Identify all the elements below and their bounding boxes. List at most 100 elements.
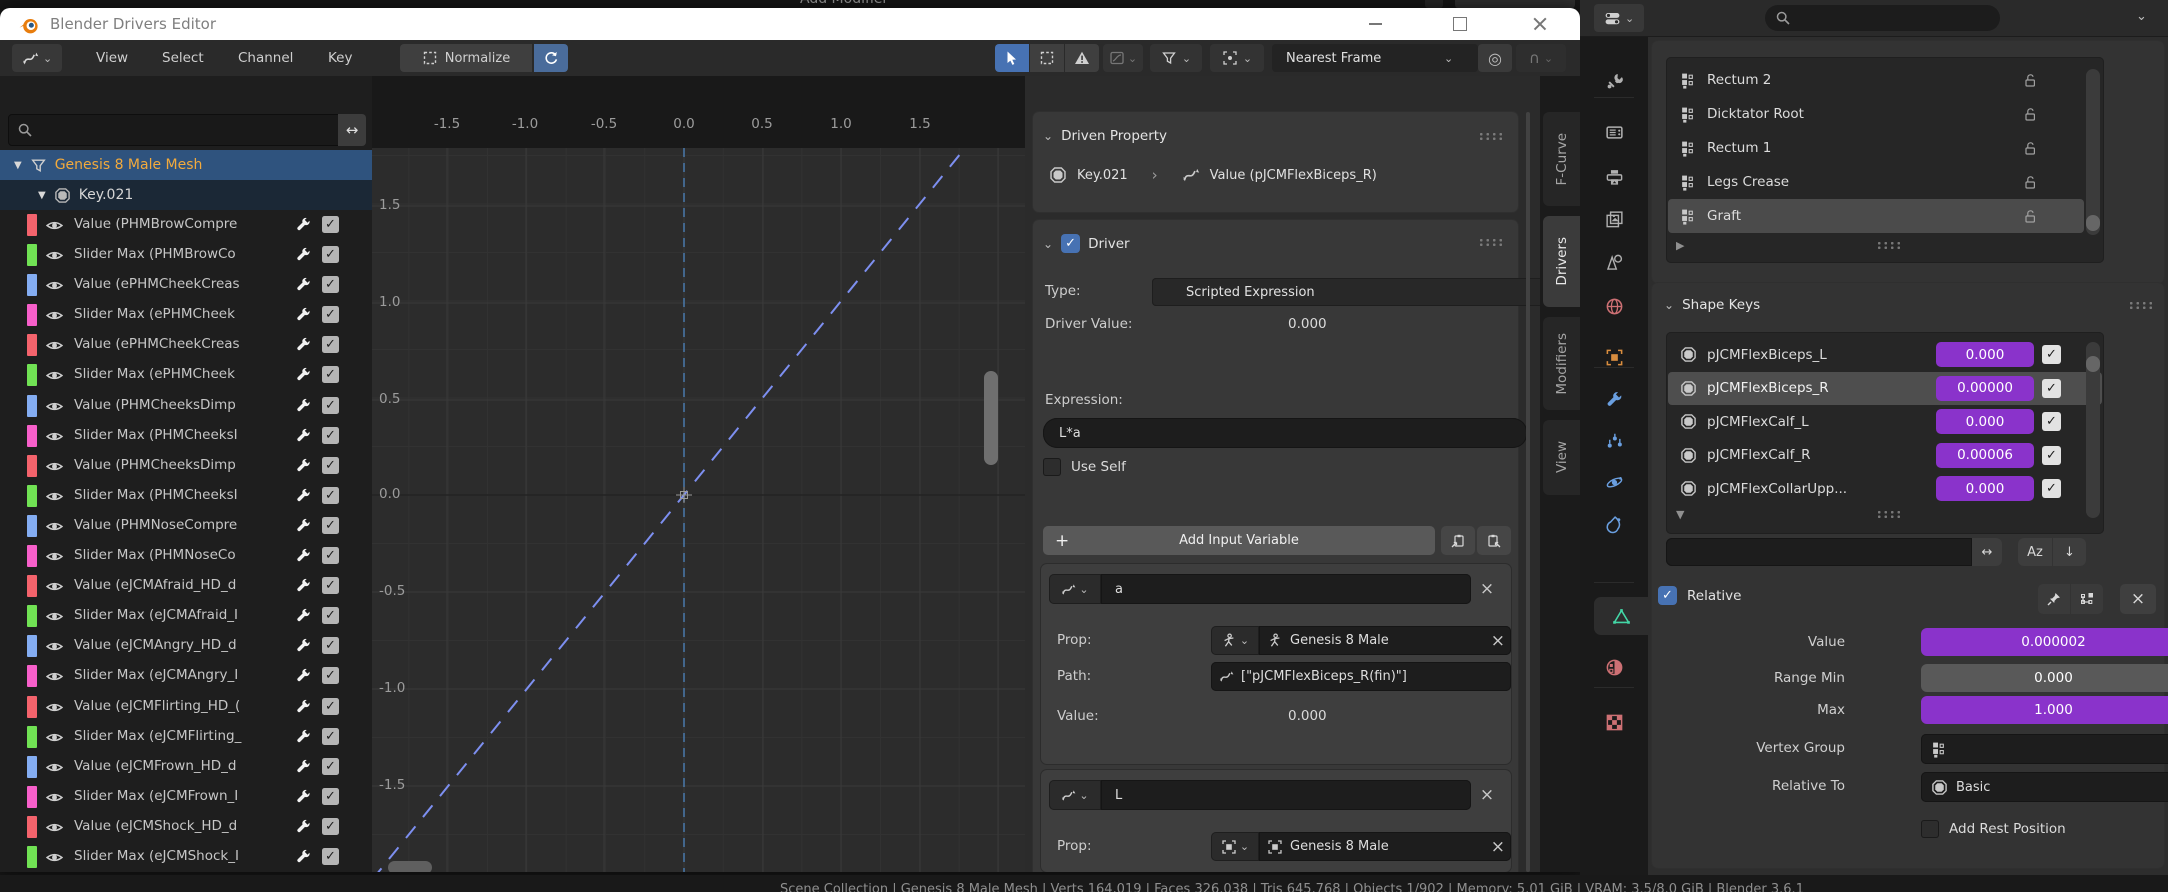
list-scrollbar-thumb[interactable] xyxy=(2086,215,2100,231)
list-scrollbar-thumb[interactable] xyxy=(2086,356,2100,372)
prop-target-field[interactable]: Genesis 8 Male × xyxy=(1259,626,1511,655)
menu-channel[interactable]: Channel xyxy=(228,44,303,72)
channel-row[interactable]: Value (PHMBrowCompre ✓ xyxy=(0,210,372,240)
expression-input[interactable]: L*a xyxy=(1043,418,1527,448)
shape-key-row[interactable]: pJCMFlexCalf_R 0.00006 ✓ xyxy=(1668,439,2102,473)
editor-type-dropdown[interactable]: ⌄ xyxy=(12,44,62,72)
channel-row[interactable]: Value (ePHMCheekCreas ✓ xyxy=(0,270,372,300)
eye-icon[interactable] xyxy=(46,548,63,565)
shape-key-enable-checkbox[interactable]: ✓ xyxy=(2042,345,2061,364)
lock-open-icon[interactable] xyxy=(2022,140,2038,156)
tweak-tool-button[interactable] xyxy=(995,44,1029,72)
channel-row[interactable]: Slider Max (PHMCheeksI ✓ xyxy=(0,481,372,511)
add-rest-position-row[interactable]: Add Rest Position xyxy=(1921,820,2066,838)
eye-icon[interactable] xyxy=(46,458,63,475)
eye-icon[interactable] xyxy=(46,638,63,655)
channel-enable-checkbox[interactable]: ✓ xyxy=(322,788,339,805)
properties-tab-tool[interactable] xyxy=(1591,62,1637,100)
use-self-row[interactable]: Use Self xyxy=(1043,458,1126,476)
vertex-group-row[interactable]: Dicktator Root xyxy=(1668,97,2084,131)
remove-variable-button[interactable]: × xyxy=(1471,579,1503,599)
copy-driver-variables-button[interactable] xyxy=(1441,526,1475,555)
properties-search-input[interactable] xyxy=(1765,5,2000,31)
properties-tab-particles[interactable] xyxy=(1591,422,1637,460)
eye-icon[interactable] xyxy=(46,247,63,264)
eye-icon[interactable] xyxy=(46,578,63,595)
clear-target-button[interactable]: × xyxy=(1491,837,1505,857)
close-button[interactable] xyxy=(1517,8,1563,40)
channel-object-row[interactable]: ▼ Genesis 8 Male Mesh xyxy=(0,150,372,180)
channel-row[interactable]: Slider Max (eJCMAfraid_I ✓ xyxy=(0,601,372,631)
channel-enable-checkbox[interactable]: ✓ xyxy=(322,246,339,263)
eye-icon[interactable] xyxy=(46,367,63,384)
channel-row[interactable]: Slider Max (eJCMAngry_I ✓ xyxy=(0,661,372,691)
eye-icon[interactable] xyxy=(46,428,63,445)
shape-key-filter-input[interactable] xyxy=(1666,538,1972,566)
eye-icon[interactable] xyxy=(46,819,63,836)
channel-row[interactable]: Slider Max (eJCMShock_I ✓ xyxy=(0,842,372,872)
channel-row[interactable]: Slider Max (eJCMFrown_I ✓ xyxy=(0,782,372,812)
show-curves-button-disabled[interactable]: ⌄ xyxy=(1103,44,1143,72)
graph-grid[interactable]: 1.51.00.50.0-0.5-1.0-1.5 xyxy=(372,148,1025,872)
panel-grip[interactable] xyxy=(2128,301,2154,310)
box-select-tool-button[interactable] xyxy=(1030,44,1064,72)
lock-open-icon[interactable] xyxy=(2022,208,2038,224)
eye-icon[interactable] xyxy=(46,488,63,505)
sort-alphabetical-button[interactable]: Az xyxy=(2018,538,2052,566)
normalize-auto-refresh-button[interactable] xyxy=(534,44,568,72)
channel-row[interactable]: Value (PHMCheeksDimp ✓ xyxy=(0,451,372,481)
channel-enable-checkbox[interactable]: ✓ xyxy=(322,336,339,353)
sidebar-tab-modifiers[interactable]: Modifiers xyxy=(1543,317,1580,410)
delete-all-shape-keys-button[interactable]: × xyxy=(2120,584,2156,614)
relative-checkbox[interactable]: ✓ xyxy=(1658,586,1677,605)
menu-view[interactable]: View xyxy=(86,44,138,72)
channel-row[interactable]: Value (eJCMShock_HD_d ✓ xyxy=(0,812,372,842)
channel-enable-checkbox[interactable]: ✓ xyxy=(322,457,339,474)
variable-type-dropdown[interactable]: ⌄ xyxy=(1049,574,1101,604)
relative-row[interactable]: ✓ Relative xyxy=(1658,586,1741,605)
expand-filter-icon[interactable]: ▶ xyxy=(1676,239,1684,252)
channel-enable-checkbox[interactable]: ✓ xyxy=(322,848,339,865)
variable-name-input[interactable]: L xyxy=(1101,780,1471,810)
vertex-group-row[interactable]: Graft xyxy=(1668,199,2084,233)
shape-key-enable-checkbox[interactable]: ✓ xyxy=(2042,379,2061,398)
id-type-dropdown[interactable]: ⌄ xyxy=(1211,832,1259,861)
channel-row[interactable]: Value (eJCMAfraid_HD_d ✓ xyxy=(0,571,372,601)
variable-type-dropdown[interactable]: ⌄ xyxy=(1049,780,1101,810)
eye-icon[interactable] xyxy=(46,849,63,866)
channel-enable-checkbox[interactable]: ✓ xyxy=(322,216,339,233)
graph-vscrollbar-thumb[interactable] xyxy=(984,371,998,465)
driver-type-dropdown[interactable]: Scripted Expression ⌄ xyxy=(1152,278,1540,306)
shape-key-row[interactable]: pJCMFlexBiceps_L 0.000 ✓ xyxy=(1668,338,2102,372)
only-show-errors-button[interactable] xyxy=(1065,44,1099,72)
path-field[interactable]: ["pJCMFlexBiceps_R(fin)"] xyxy=(1211,662,1511,691)
filter-expand-button[interactable]: ↔ xyxy=(1972,538,2002,566)
shape-key-row[interactable]: pJCMFlexCollarUpp... 0.000 ✓ xyxy=(1668,472,2102,506)
shape-key-enable-checkbox[interactable]: ✓ xyxy=(2042,412,2061,431)
shape-key-value-field[interactable]: 0.000002 xyxy=(1921,628,2168,656)
channel-key-block-row[interactable]: ▼ Key.021 xyxy=(0,180,372,210)
collapse-filter-icon[interactable]: ▼ xyxy=(1676,508,1684,521)
eye-icon[interactable] xyxy=(46,518,63,535)
eye-icon[interactable] xyxy=(46,789,63,806)
range-min-field[interactable]: 0.000 xyxy=(1921,664,2168,692)
shape-key-enable-checkbox[interactable]: ✓ xyxy=(2042,446,2061,465)
channel-enable-checkbox[interactable]: ✓ xyxy=(322,637,339,654)
vertex-group-field[interactable] xyxy=(1921,734,2168,764)
lock-open-icon[interactable] xyxy=(2022,174,2038,190)
eye-icon[interactable] xyxy=(46,729,63,746)
normalize-button[interactable]: Normalize xyxy=(400,44,532,72)
use-self-checkbox[interactable] xyxy=(1043,458,1061,476)
shape-key-enable-checkbox[interactable]: ✓ xyxy=(2042,479,2061,498)
eye-icon[interactable] xyxy=(46,337,63,354)
channel-row[interactable]: Slider Max (PHMCheeksI ✓ xyxy=(0,421,372,451)
channel-enable-checkbox[interactable]: ✓ xyxy=(322,607,339,624)
minimize-button[interactable] xyxy=(1352,8,1398,40)
remove-variable-button[interactable]: × xyxy=(1471,785,1503,805)
properties-tab-texture[interactable] xyxy=(1591,703,1637,741)
graph-hscrollbar-thumb[interactable] xyxy=(388,861,432,872)
properties-tab-object-data[interactable] xyxy=(1594,597,1648,635)
shape-key-value[interactable]: 0.00000 xyxy=(1936,376,2034,401)
eye-icon[interactable] xyxy=(46,759,63,776)
prop-target-field[interactable]: Genesis 8 Male × xyxy=(1259,832,1511,861)
